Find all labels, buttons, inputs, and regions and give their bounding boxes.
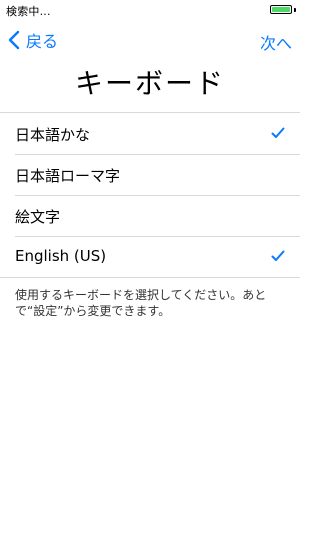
checkmark-icon bbox=[271, 127, 285, 138]
battery-tip bbox=[294, 8, 296, 12]
back-button[interactable]: 戻る bbox=[8, 28, 58, 52]
instruction-text: 使用するキーボードを選択してください。あとで“設定”から変更できます。 bbox=[15, 288, 267, 318]
battery-level bbox=[272, 7, 290, 12]
keyboard-item-english-us[interactable]: English (US) bbox=[0, 236, 300, 277]
keyboard-item-label: English (US) bbox=[15, 247, 107, 265]
keyboard-item-emoji[interactable]: 絵文字 bbox=[0, 195, 300, 236]
battery-icon bbox=[270, 5, 292, 14]
back-label: 戻る bbox=[26, 32, 59, 51]
keyboard-item-label: 日本語かな bbox=[15, 126, 91, 144]
carrier-status: 検索中... bbox=[6, 5, 51, 18]
chevron-left-icon bbox=[8, 30, 20, 50]
keyboard-item-label: 絵文字 bbox=[15, 208, 61, 226]
keyboard-list: 日本語かな 日本語ローマ字 絵文字 English (US) bbox=[0, 112, 300, 278]
keyboard-item-label: 日本語ローマ字 bbox=[15, 167, 121, 185]
keyboard-item-japanese-kana[interactable]: 日本語かな bbox=[0, 113, 300, 154]
page-title: キーボード bbox=[74, 67, 225, 100]
status-bar: 検索中... bbox=[0, 0, 300, 20]
keyboard-item-japanese-romaji[interactable]: 日本語ローマ字 bbox=[0, 154, 300, 195]
navigation-bar: 戻る 次へ bbox=[0, 20, 300, 64]
checkmark-icon bbox=[271, 250, 285, 261]
next-button[interactable]: 次へ bbox=[260, 30, 292, 54]
